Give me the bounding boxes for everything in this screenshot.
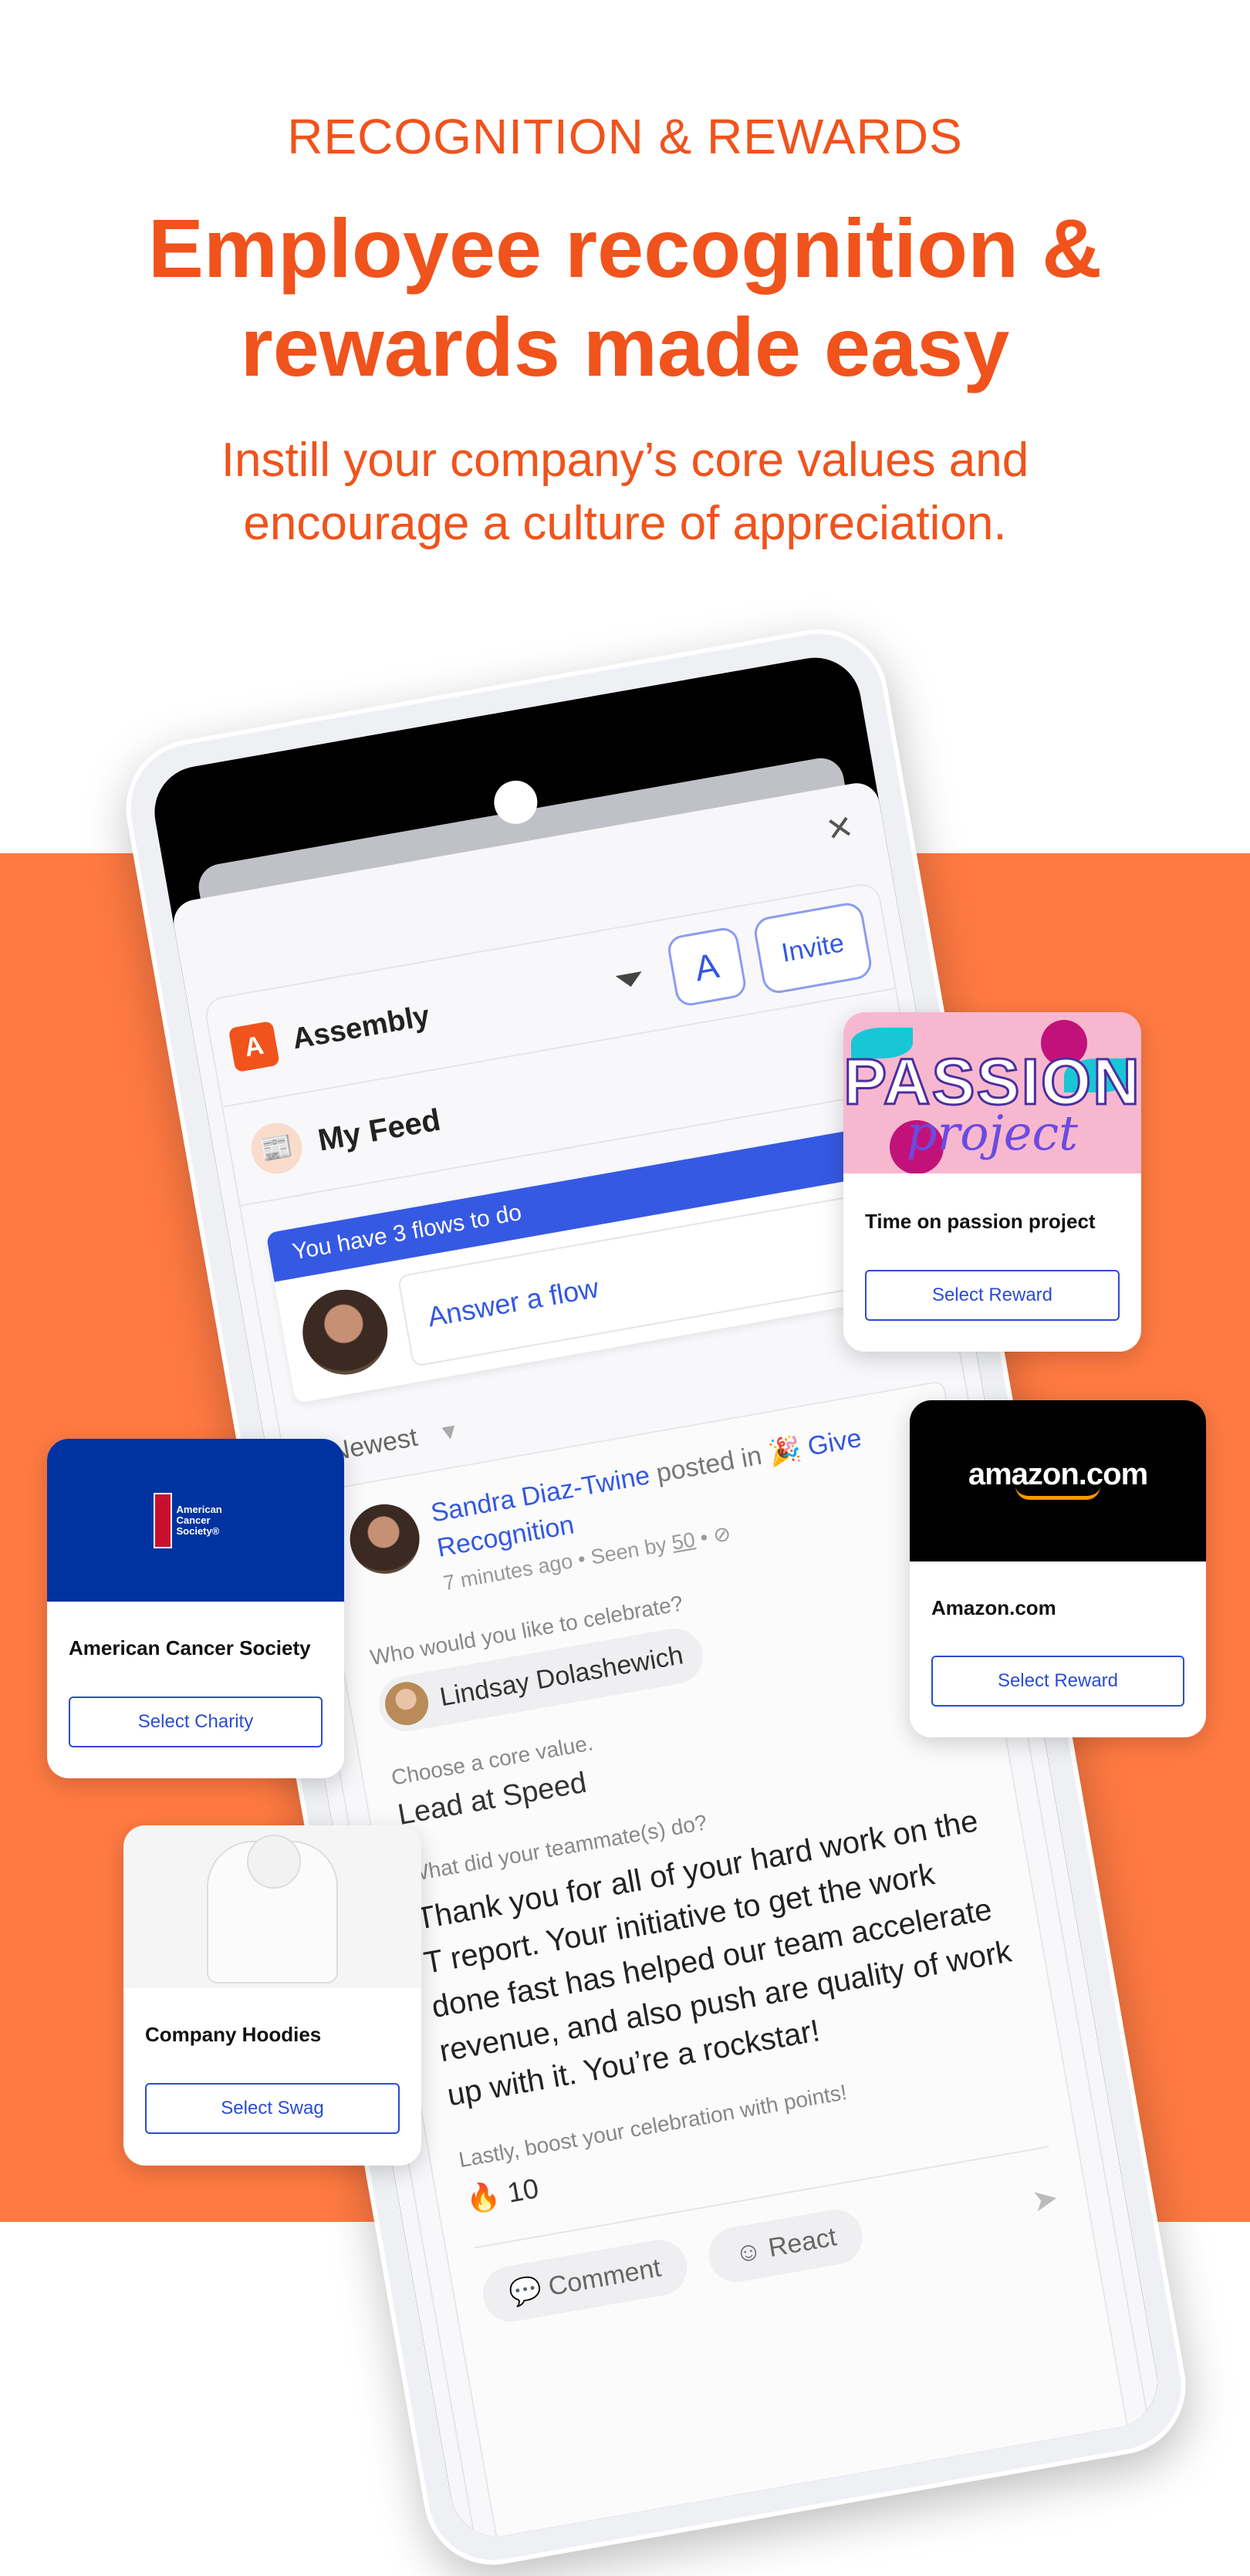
- reward-card-amazon: amazon.com Amazon.com Select Reward: [910, 1400, 1206, 1737]
- emoji-icon: ☺: [732, 2234, 765, 2269]
- headline-line: Employee recognition &: [147, 201, 1103, 295]
- select-reward-button[interactable]: Select Reward: [931, 1656, 1184, 1707]
- chevron-down-icon: ▾: [440, 1416, 458, 1447]
- feed-title: My Feed: [315, 1102, 444, 1158]
- acs-logo-text: American Cancer Society®: [176, 1504, 222, 1537]
- react-button[interactable]: ☺ React: [704, 2205, 867, 2286]
- card-title: American Cancer Society: [69, 1636, 311, 1659]
- points-value: 10: [505, 2172, 542, 2209]
- amazon-image: amazon.com: [910, 1400, 1206, 1561]
- cube-icon: A: [691, 944, 722, 989]
- acs-logo: American Cancer Society®: [153, 1493, 238, 1548]
- comment-label: Comment: [546, 2253, 664, 2302]
- party-icon: 🎉: [765, 1433, 804, 1469]
- card-title: Amazon.com: [931, 1596, 1056, 1619]
- eye-off-icon: ⊘: [711, 1521, 733, 1548]
- card-title: Company Hoodies: [145, 2023, 322, 2046]
- newspaper-icon: 📰: [247, 1119, 306, 1178]
- select-reward-button[interactable]: Select Reward: [865, 1270, 1120, 1321]
- select-charity-button[interactable]: Select Charity: [69, 1697, 323, 1747]
- react-label: React: [765, 2221, 839, 2263]
- assembly-logo-icon: A: [228, 1021, 280, 1073]
- headline-line: rewards made easy: [240, 300, 1010, 393]
- swag-card-hoodies: Company Hoodies Select Swag: [123, 1825, 421, 2166]
- reward-card-passion: PASSION project Time on passion project …: [843, 1012, 1141, 1352]
- comment-button[interactable]: 💬 Comment: [478, 2235, 691, 2327]
- comment-icon: 💬: [506, 2274, 545, 2309]
- subheadline-line: Instill your company’s core values and: [221, 434, 1029, 487]
- subheadline-line: encourage a culture of appreciation.: [243, 497, 1007, 550]
- send-icon[interactable]: ➤: [1029, 2180, 1061, 2220]
- fire-icon: 🔥: [463, 2179, 503, 2216]
- avatar[interactable]: [344, 1498, 425, 1580]
- passion-project-image: PASSION project: [843, 1012, 1141, 1173]
- eyebrow: RECOGNITION & REWARDS: [287, 109, 963, 164]
- subheadline: Instill your company’s core values and e…: [0, 429, 1250, 555]
- charity-card-acs: American Cancer Society® American Cancer…: [47, 1439, 344, 1778]
- brand-name: Assembly: [289, 999, 432, 1055]
- seen-label: • Seen by: [570, 1531, 674, 1572]
- acs-image: American Cancer Society®: [47, 1439, 344, 1602]
- amazon-logo: amazon.com: [910, 1457, 1206, 1500]
- avatar: [296, 1283, 394, 1382]
- cube-button[interactable]: A: [665, 925, 748, 1008]
- posted-in-text: posted in: [647, 1440, 772, 1490]
- avatar: [381, 1678, 432, 1729]
- project-word: project: [906, 1105, 1079, 1161]
- hoodie-image: [123, 1825, 421, 1988]
- headline: Employee recognition & rewards made easy: [0, 199, 1250, 397]
- filter-icon[interactable]: ⏷: [611, 957, 648, 1004]
- amazon-logo-text: amazon.com: [968, 1457, 1148, 1491]
- invite-button[interactable]: Invite: [752, 900, 874, 996]
- card-title: Time on passion project: [865, 1210, 1096, 1233]
- close-icon[interactable]: ×: [823, 800, 856, 854]
- select-swag-button[interactable]: Select Swag: [145, 2083, 400, 2134]
